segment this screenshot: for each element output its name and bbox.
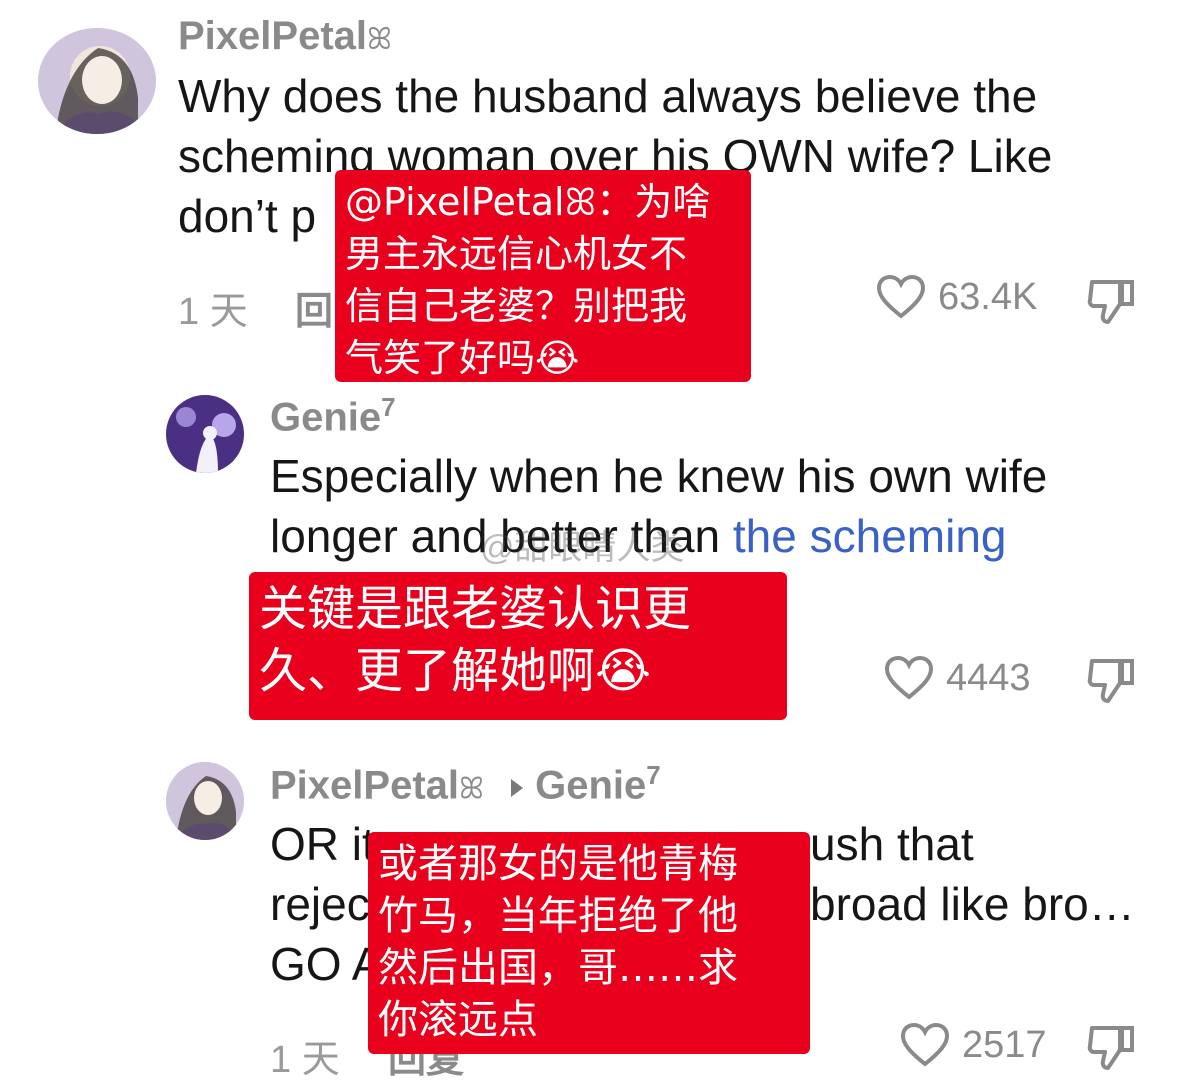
dislike-button[interactable] xyxy=(1086,1022,1136,1072)
avatar[interactable] xyxy=(38,28,156,134)
reply-to-username[interactable]: Genie xyxy=(535,763,646,807)
comment-line: Especially when he knew his own wife xyxy=(270,450,1048,502)
comment-fragment: broad like bro… xyxy=(810,878,1135,930)
overlay-line: 竹马，当年拒绝了他 xyxy=(378,893,738,939)
username-suffix: 7 xyxy=(381,392,396,422)
username-suffix: ꕤ xyxy=(459,772,484,806)
overlay-line: @PixelPetalꕤ：为啥 xyxy=(345,180,711,224)
overlay-line: 或者那女的是他青梅 xyxy=(378,841,738,887)
translation-overlay: @PixelPetalꕤ：为啥 男主永远信心机女不 信自己老婆？别把我 气笑了好… xyxy=(335,170,751,382)
thumbs-down-icon xyxy=(1086,655,1136,705)
avatar[interactable] xyxy=(166,395,244,473)
comment-timestamp: 1 天 xyxy=(270,1039,340,1081)
overlay-line: 然后出国，哥……求 xyxy=(378,945,738,991)
comment-fragment: GO A xyxy=(270,938,383,990)
triangle-right-icon xyxy=(511,778,524,797)
comment-link[interactable]: the scheming xyxy=(733,510,1007,562)
thumbs-down-icon xyxy=(1086,276,1136,326)
comment-username[interactable]: PixelPetalꕤ xyxy=(178,14,392,59)
avatar[interactable] xyxy=(166,762,244,840)
overlay-line: 久、更了解她啊😭 xyxy=(259,643,652,699)
like-button[interactable]: 63.4K xyxy=(876,274,1037,320)
username-text: PixelPetal xyxy=(270,763,460,808)
like-count: 4443 xyxy=(946,656,1031,699)
translation-overlay: 或者那女的是他青梅 竹马，当年拒绝了他 然后出国，哥……求 你滚远点 xyxy=(368,832,810,1054)
username-suffix: ꕤ xyxy=(367,23,392,56)
overlay-line: 信自己老婆？别把我 xyxy=(345,284,688,328)
comment-fragment: OR it xyxy=(270,818,375,870)
like-button[interactable]: 2517 xyxy=(900,1022,1047,1068)
username-text: PixelPetal xyxy=(178,14,368,58)
overlay-line: 关键是跟老婆认识更 xyxy=(259,581,692,637)
comment-username[interactable]: Genie7 xyxy=(270,392,396,440)
comment-fragment: ush that xyxy=(810,818,974,870)
comment-timestamp: 1 天 xyxy=(178,291,248,333)
comment-username[interactable]: PixelPetalꕤ Genie7 xyxy=(270,760,661,808)
like-count: 2517 xyxy=(962,1023,1047,1066)
comment-line: Why does the husband always believe the xyxy=(178,70,1038,122)
heart-outline-icon xyxy=(876,274,926,320)
username-text: Genie xyxy=(270,395,382,440)
dislike-button[interactable] xyxy=(1086,276,1136,326)
reply-button[interactable]: 回 xyxy=(295,280,333,335)
watermark: @甜眼睛人类 xyxy=(480,529,685,567)
overlay-line: 气笑了好吗😭 xyxy=(345,336,580,380)
dislike-button[interactable] xyxy=(1086,655,1136,705)
overlay-line: 你滚远点 xyxy=(378,997,538,1043)
heart-outline-icon xyxy=(900,1022,950,1068)
reply-to-suffix: 7 xyxy=(646,760,661,790)
overlay-line: 男主永远信心机女不 xyxy=(345,232,688,276)
heart-outline-icon xyxy=(884,655,934,701)
like-count: 63.4K xyxy=(938,275,1038,318)
thumbs-down-icon xyxy=(1086,1022,1136,1072)
translation-overlay: 关键是跟老婆认识更 久、更了解她啊😭 xyxy=(249,572,787,720)
like-button[interactable]: 4443 xyxy=(884,655,1031,701)
comment-fragment: rejec xyxy=(270,878,370,930)
